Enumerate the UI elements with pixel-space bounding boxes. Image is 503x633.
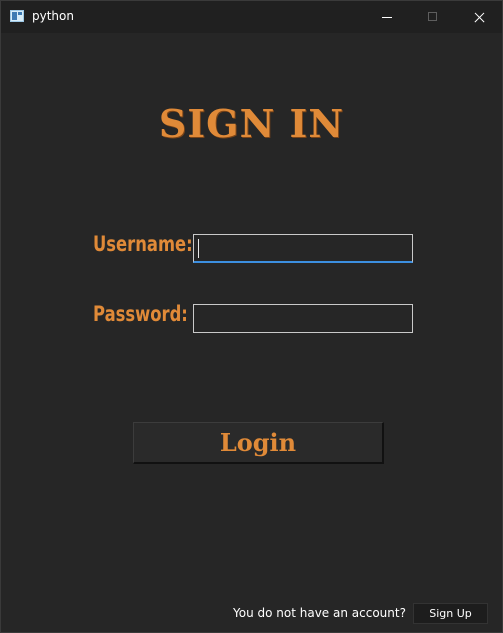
password-input[interactable] [193,304,413,333]
sign-up-button[interactable]: Sign Up [413,603,488,624]
password-label: Password: [93,302,188,326]
title-bar[interactable]: python [1,1,502,33]
app-icon [10,10,24,22]
username-label: Username: [93,232,193,256]
app-window: python SIGN IN Username: Password: Login… [0,0,503,633]
login-button[interactable]: Login [133,422,384,464]
no-account-text: You do not have an account? [233,606,406,620]
maximize-button[interactable] [410,1,456,33]
username-input[interactable] [193,234,413,263]
minimize-button[interactable] [364,1,410,33]
text-caret [198,239,199,258]
window-title: python [32,9,74,23]
close-button[interactable] [456,1,502,33]
page-title: SIGN IN [158,101,345,146]
